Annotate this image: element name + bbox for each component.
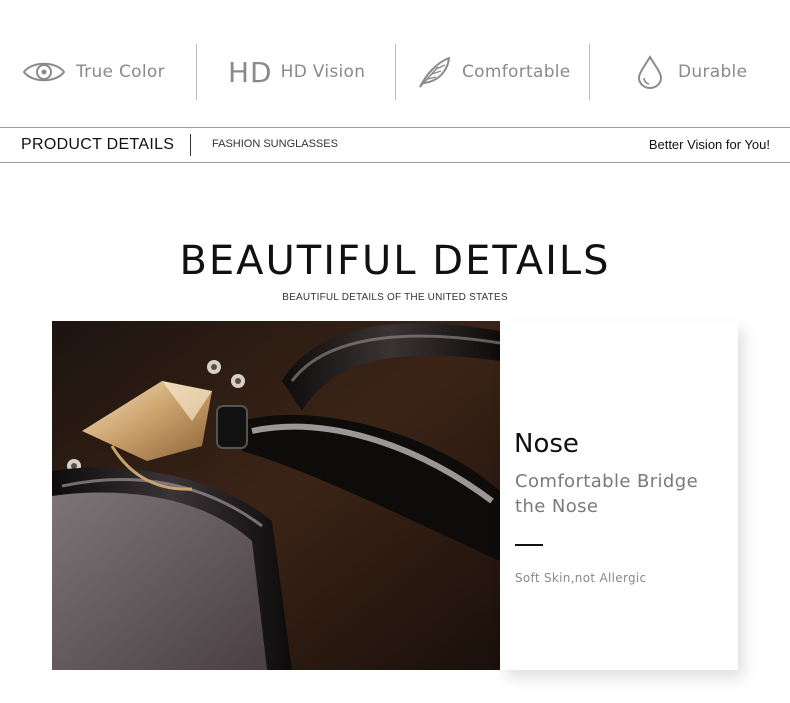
product-details-bar: PRODUCT DETAILS FASHION SUNGLASSES Bette…	[0, 127, 790, 163]
feature-durable: Durable	[636, 44, 747, 100]
feature-label: Comfortable	[462, 62, 571, 82]
feature-comfortable: Comfortable	[416, 44, 571, 100]
section-heading: BEAUTIFUL DETAILS	[179, 238, 611, 284]
water-drop-icon	[636, 55, 664, 89]
eye-icon	[22, 59, 66, 85]
feature-label: Durable	[678, 62, 748, 82]
card-divider	[515, 544, 543, 546]
feature-label: HD Vision	[280, 62, 366, 82]
details-divider	[190, 134, 191, 156]
hd-icon: HD	[228, 55, 273, 89]
feature-card: Nose Comfortable Bridge the Nose Soft Sk…	[500, 321, 738, 670]
feature-divider	[395, 44, 396, 100]
product-category: FASHION SUNGLASSES	[212, 138, 338, 150]
card-description: Comfortable Bridge the Nose	[515, 471, 699, 517]
feature-strip: True Color HD HD Vision Comfortable Dura…	[0, 0, 790, 128]
card-note: Soft Skin,not Allergic	[515, 571, 647, 585]
product-details-title: PRODUCT DETAILS	[21, 136, 175, 153]
feather-icon	[416, 55, 452, 89]
feature-divider	[589, 44, 590, 100]
product-photo	[52, 321, 500, 670]
feature-true-color: True Color	[22, 44, 165, 100]
feature-divider	[196, 44, 197, 100]
card-title: Nose	[514, 429, 579, 459]
tagline: Better Vision for You!	[648, 137, 770, 152]
section-subheading: BEAUTIFUL DETAILS OF THE UNITED STATES	[282, 292, 508, 303]
feature-hd-vision: HD HD Vision	[228, 44, 365, 100]
feature-label: True Color	[76, 62, 165, 82]
